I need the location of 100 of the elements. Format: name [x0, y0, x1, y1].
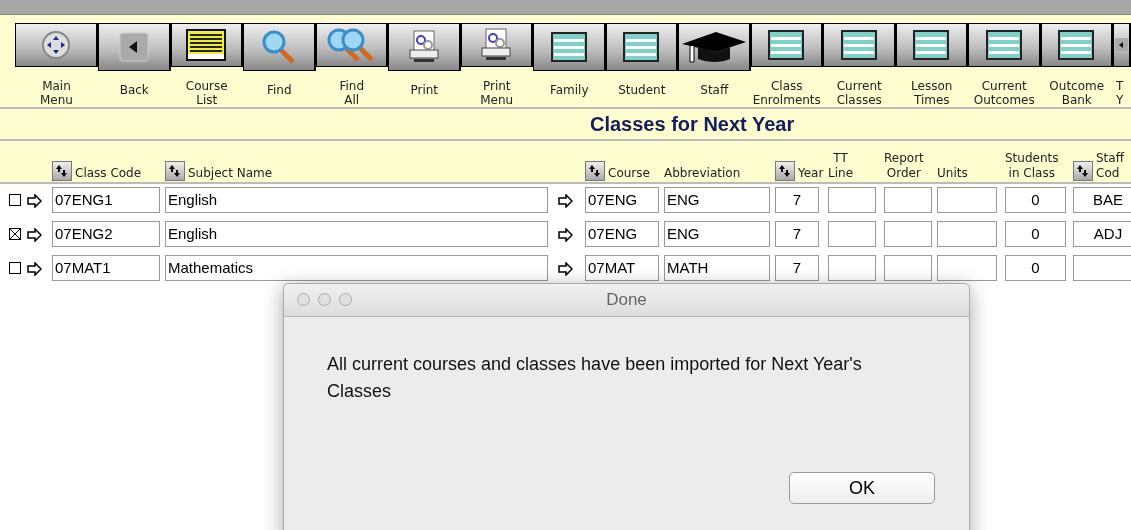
toolbar-label: Outcome Bank	[1049, 79, 1105, 107]
staff-code-field[interactable]: ADJ	[1073, 221, 1131, 247]
toolbar-button[interactable]	[243, 23, 316, 71]
year-field[interactable]: 7	[775, 221, 819, 247]
toolbar-label: Course List	[185, 79, 228, 107]
students-field[interactable]: 0	[1005, 221, 1066, 247]
subject-name-field[interactable]: Mathematics	[165, 255, 548, 281]
toolbar-label: Staff	[700, 83, 729, 97]
checkbox[interactable]	[9, 194, 21, 206]
tt-line-field[interactable]	[828, 221, 876, 247]
toolbar-label: Class Enrolments	[752, 79, 821, 107]
printer-icon	[480, 28, 513, 62]
column-header: Subject Name	[188, 166, 273, 181]
toolbar-button[interactable]	[678, 23, 751, 71]
toolbar-label: Back	[119, 83, 149, 97]
report-order-field[interactable]	[884, 221, 932, 247]
go-arrow-icon[interactable]	[27, 194, 42, 208]
go-arrow-icon[interactable]	[27, 228, 42, 242]
toolbar-label: Current Outcomes	[973, 79, 1035, 107]
abbreviation-field[interactable]: ENG	[664, 187, 770, 213]
sort-icon[interactable]	[52, 161, 72, 181]
column-header: Students in Class	[1005, 151, 1059, 181]
dialog-message: All current courses and classes have been imported for Next Year's Classes	[327, 353, 863, 403]
sort-icon[interactable]	[1073, 161, 1093, 181]
toolbar-button[interactable]	[15, 23, 98, 67]
column-header: Class Code	[75, 166, 142, 181]
checkbox[interactable]	[9, 262, 21, 274]
class-code-field[interactable]: 07ENG2	[52, 221, 160, 247]
toolbar-button[interactable]	[750, 23, 823, 67]
magnifier-icon	[261, 29, 296, 65]
form-icon	[1058, 30, 1095, 60]
toolbar-label: Family	[549, 83, 589, 97]
ok-button[interactable]: OK	[789, 472, 935, 504]
form-icon	[623, 32, 660, 62]
sort-icon[interactable]	[165, 161, 185, 181]
layout-title: Classes for Next Year	[590, 112, 795, 136]
course-field[interactable]: 07MAT	[585, 255, 659, 281]
course-field[interactable]: 07ENG	[585, 187, 659, 213]
form-icon	[913, 30, 950, 60]
toolbar-button[interactable]	[98, 23, 171, 71]
column-header: Staff Cod	[1096, 151, 1124, 181]
staff-code-field[interactable]: BAE	[1073, 187, 1131, 213]
dialog-title: Done	[606, 290, 647, 310]
toolbar-button[interactable]	[968, 23, 1041, 67]
go-arrow-icon[interactable]	[558, 194, 573, 208]
class-code-field[interactable]: 07MAT1	[52, 255, 160, 281]
column-header: Abbreviation	[664, 166, 741, 181]
column-header: Year	[798, 166, 824, 181]
year-field[interactable]: 7	[775, 187, 819, 213]
report-order-field[interactable]	[884, 255, 932, 281]
checkbox[interactable]	[9, 228, 21, 240]
tt-line-field[interactable]	[828, 255, 876, 281]
toolbar-label: Student	[618, 83, 666, 97]
column-header: Course	[608, 166, 650, 181]
class-code-field[interactable]: 07ENG1	[52, 187, 160, 213]
units-field[interactable]	[937, 221, 997, 247]
toolbar-label: Print	[410, 83, 439, 97]
toolbar-button[interactable]	[895, 23, 968, 67]
compass-icon	[41, 30, 71, 60]
students-field[interactable]: 0	[1005, 255, 1066, 281]
units-field[interactable]	[937, 255, 997, 281]
abbreviation-field[interactable]: ENG	[664, 221, 770, 247]
tt-line-field[interactable]	[828, 187, 876, 213]
units-field[interactable]	[937, 187, 997, 213]
report-order-field[interactable]	[884, 187, 932, 213]
sort-icon[interactable]	[775, 161, 795, 181]
abbreviation-field[interactable]: MATH	[664, 255, 770, 281]
toolbar-label: Find	[266, 83, 292, 97]
toolbar-label: T Y	[1115, 79, 1124, 107]
toolbar-label: Lesson Times	[911, 79, 953, 107]
toolbar-button[interactable]	[823, 23, 896, 67]
toolbar-button[interactable]	[388, 23, 461, 71]
subject-name-field[interactable]: English	[165, 187, 548, 213]
column-header: Units	[937, 166, 968, 181]
toolbar-button[interactable]	[533, 23, 606, 71]
form-icon	[768, 30, 805, 60]
form-icon	[985, 30, 1022, 60]
go-arrow-icon[interactable]	[558, 262, 573, 276]
staff-code-field[interactable]	[1073, 255, 1131, 281]
toolbar-button[interactable]	[1113, 23, 1131, 67]
toolbar-button[interactable]	[460, 23, 533, 67]
go-arrow-icon[interactable]	[27, 262, 42, 276]
toolbar-button[interactable]	[315, 23, 388, 67]
toolbar-button[interactable]	[170, 23, 243, 67]
printer-icon	[407, 30, 440, 64]
toolbar-label: Current Classes	[836, 79, 882, 107]
form-icon	[550, 32, 587, 62]
toolbar-label: Find All	[339, 79, 365, 107]
toolbar-button[interactable]	[605, 23, 678, 71]
toolbar-label: Main Menu	[40, 79, 73, 107]
go-arrow-icon[interactable]	[558, 228, 573, 242]
year-field[interactable]: 7	[775, 255, 819, 281]
column-header: Report Order	[884, 151, 924, 181]
subject-name-field[interactable]: English	[165, 221, 548, 247]
toolbar-button[interactable]	[1040, 23, 1113, 67]
form-icon	[840, 30, 877, 60]
course-field[interactable]: 07ENG	[585, 221, 659, 247]
magnifier-icon	[327, 27, 376, 63]
students-field[interactable]: 0	[1005, 187, 1066, 213]
sort-icon[interactable]	[585, 161, 605, 181]
